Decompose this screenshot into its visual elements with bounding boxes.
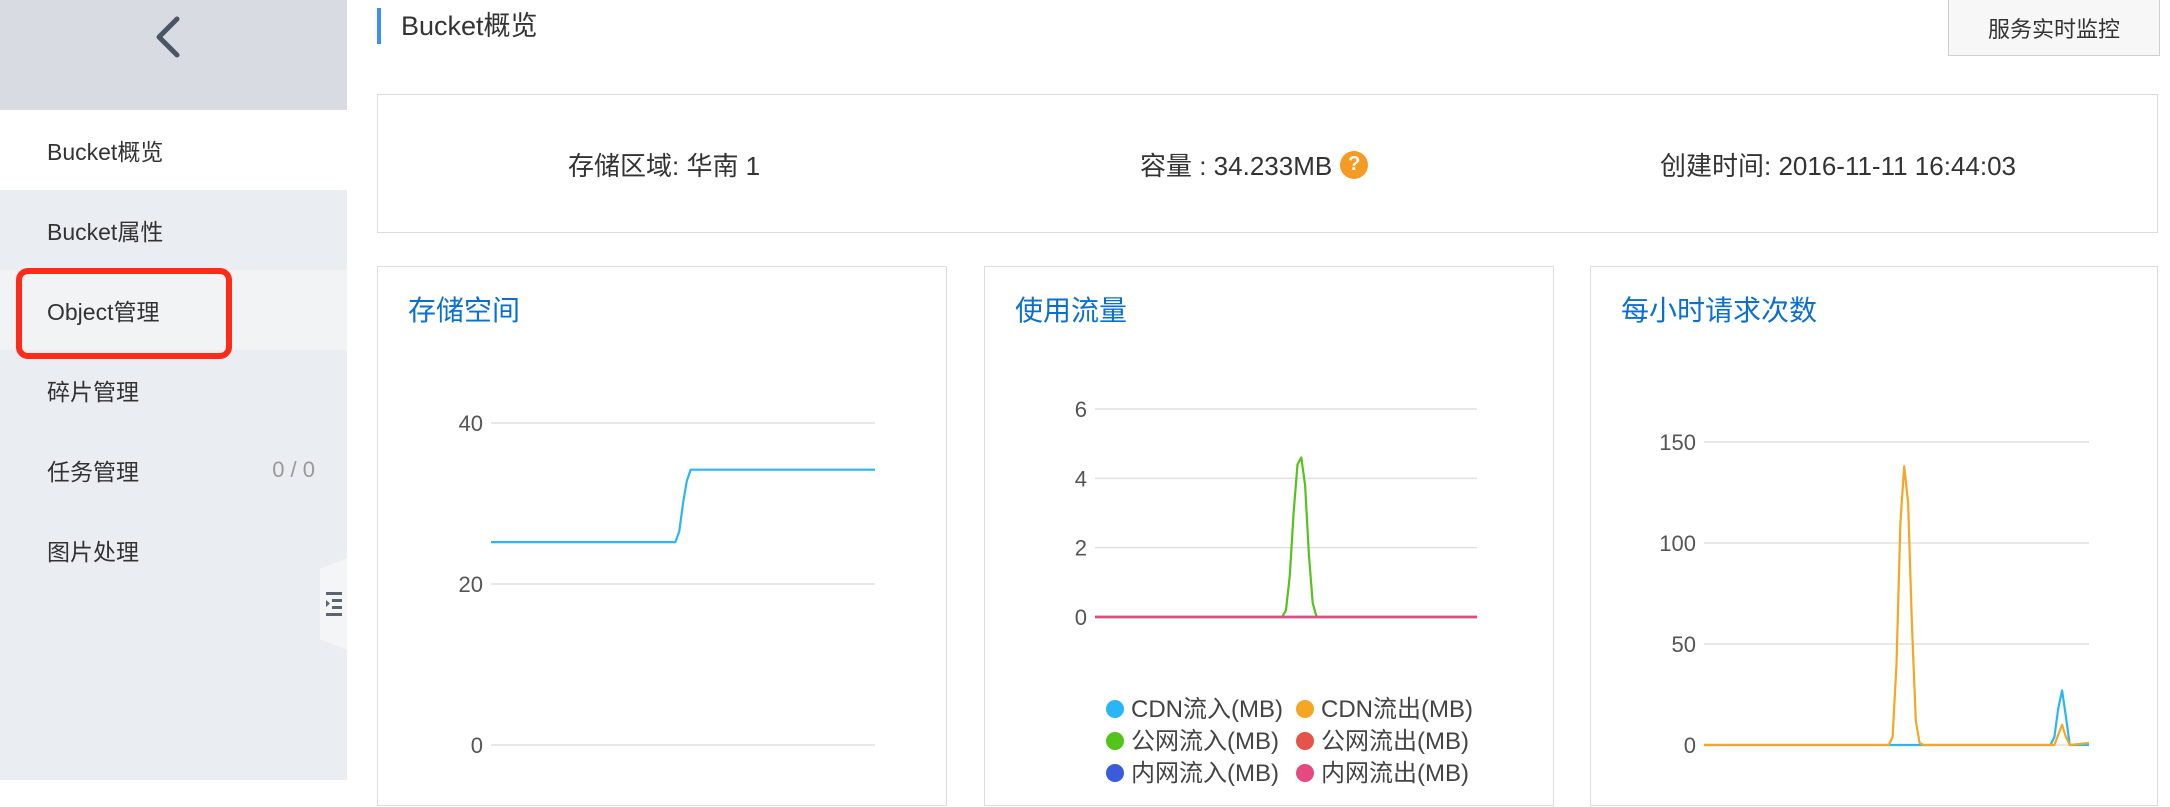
capacity: 容量 : 34.233MB ? (1140, 95, 1369, 234)
hourly-requests-panel: 每小时请求次数 0 50 100 150 (1590, 266, 2158, 806)
created-time: 创建时间: 2016-11-11 16:44:03 (1660, 95, 2016, 234)
y-tick-label: 2 (1075, 536, 1087, 561)
sidebar-item-label: Bucket概览 (47, 139, 164, 165)
storage-region: 存储区域: 华南 1 (568, 95, 760, 234)
traffic-panel: 使用流量 0 2 4 6 CDN流入(MB) CDN流出(MB) 公网流入(MB) 公网流出(… (984, 266, 1554, 806)
collapse-sidebar-button[interactable] (320, 558, 347, 650)
sidebar-item-label: 碎片管理 (47, 379, 139, 405)
sidebar-item-label: 任务管理 (47, 459, 139, 485)
y-tick-label: 0 (1075, 605, 1087, 630)
y-tick-label: 150 (1659, 430, 1696, 455)
series-line-1 (1704, 465, 2090, 747)
y-tick-label: 20 (459, 572, 483, 597)
legend-marker (1106, 732, 1124, 750)
bucket-info-panel: 存储区域: 华南 1 容量 : 34.233MB ? 创建时间: 2016-11… (377, 94, 2158, 233)
legend-label: 公网流入(MB) (1131, 728, 1279, 755)
legend-label: CDN流出(MB) (1321, 696, 1473, 723)
sidebar: Bucket概览 Bucket属性 Object管理 碎片管理 任务管理 0 /… (0, 0, 347, 780)
sidebar-item-bucket-overview[interactable]: Bucket概览 (0, 110, 347, 190)
sidebar-item-fragment-management[interactable]: 碎片管理 (0, 350, 347, 430)
sidebar-item-label: 图片处理 (47, 539, 139, 565)
sidebar-item-bucket-properties[interactable]: Bucket属性 (0, 190, 347, 270)
series-line-0 (1704, 689, 2089, 747)
sidebar-item-label: Object管理 (47, 299, 160, 325)
hourly-requests-chart: 0 50 100 150 (1659, 430, 2090, 758)
task-count: 0 / 0 (272, 457, 315, 482)
y-tick-label: 100 (1659, 531, 1696, 556)
series-line-2 (1095, 456, 1477, 619)
legend-marker (1106, 764, 1124, 782)
sidebar-item-label: Bucket属性 (47, 219, 164, 245)
sidebar-item-object-management[interactable]: Object管理 (0, 270, 347, 350)
legend-label: 内网流入(MB) (1131, 760, 1279, 787)
storage-space-chart: 0 20 40 (459, 411, 875, 758)
realtime-monitor-button[interactable]: 服务实时监控 (1948, 0, 2160, 56)
series-line-0 (491, 468, 875, 544)
help-icon[interactable]: ? (1340, 150, 1369, 179)
y-tick-label: 40 (459, 411, 483, 436)
storage-space-panel: 存储空间 0 20 40 (377, 266, 947, 806)
sidebar-header (0, 0, 347, 110)
sidebar-item-image-processing[interactable]: 图片处理 (0, 510, 347, 590)
sidebar-item-task-management[interactable]: 任务管理 0 / 0 (0, 430, 347, 510)
y-tick-label: 4 (1075, 466, 1087, 491)
y-tick-label: 50 (1672, 632, 1696, 657)
legend-marker (1296, 732, 1314, 750)
created-time-text: 创建时间: 2016-11-11 16:44:03 (1660, 151, 2017, 181)
legend-label: 公网流出(MB) (1321, 728, 1469, 755)
legend-marker (1296, 764, 1314, 782)
traffic-chart: 0 2 4 6 CDN流入(MB) CDN流出(MB) 公网流入(MB) 公网流出(MB) 内网… (1075, 397, 1477, 787)
legend-label: 内网流出(MB) (1321, 760, 1469, 787)
y-tick-label: 6 (1075, 397, 1087, 422)
legend-marker (1296, 700, 1314, 718)
legend-marker (1106, 700, 1124, 718)
y-tick-label: 0 (471, 733, 483, 758)
legend-label: CDN流入(MB) (1131, 696, 1283, 723)
page-title: Bucket概览 (377, 8, 538, 44)
sidebar-nav: Bucket概览 Bucket属性 Object管理 碎片管理 任务管理 0 /… (0, 110, 347, 590)
collapse-icon (325, 592, 342, 616)
y-tick-label: 0 (1684, 733, 1696, 758)
chevron-left-icon[interactable] (148, 12, 188, 62)
capacity-text: 容量 : 34.233MB (1140, 151, 1333, 181)
storage-region-text: 存储区域: 华南 1 (568, 151, 761, 181)
